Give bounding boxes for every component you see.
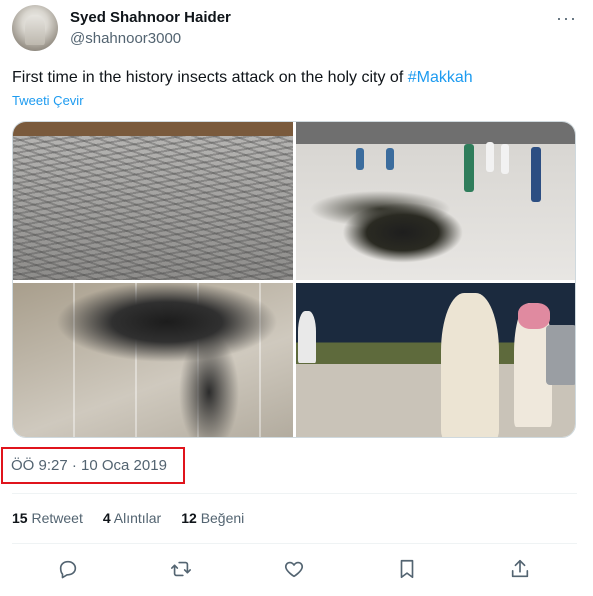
photo-2[interactable] <box>296 122 575 280</box>
likes-count: 12 <box>181 510 197 526</box>
quotes-label: Alıntılar <box>113 510 162 526</box>
divider <box>12 493 577 494</box>
translate-link[interactable]: Tweeti Çevir <box>12 93 84 108</box>
quotes-count: 4 <box>102 510 111 526</box>
tweet-text-body: First time in the history insects attack… <box>12 69 408 86</box>
display-name[interactable]: Syed Shahnoor Haider <box>70 9 231 26</box>
retweets-count: 15 <box>12 510 28 526</box>
engagement-stats: 15 Retweet 4 Alıntılar 12 Beğeni <box>12 510 244 526</box>
action-bar <box>12 552 576 586</box>
bookmark-icon[interactable] <box>390 552 424 586</box>
quotes-stat[interactable]: 4 Alıntılar <box>103 510 161 526</box>
reply-icon[interactable] <box>51 552 85 586</box>
timestamp[interactable]: ÖÖ 9:27 · 10 Oca 2019 <box>11 457 167 474</box>
photo-3[interactable] <box>13 283 293 437</box>
hashtag-link[interactable]: #Makkah <box>408 69 473 86</box>
retweets-stat[interactable]: 15 Retweet <box>12 510 83 526</box>
user-handle[interactable]: @shahnoor3000 <box>70 30 181 47</box>
photo-4[interactable] <box>296 283 575 437</box>
more-options-icon[interactable]: ··· <box>556 8 577 29</box>
divider <box>12 543 577 544</box>
retweet-icon[interactable] <box>164 552 198 586</box>
retweets-label: Retweet <box>31 510 83 526</box>
share-icon[interactable] <box>503 552 537 586</box>
photo-1[interactable] <box>13 122 293 280</box>
media-grid <box>12 121 576 438</box>
like-icon[interactable] <box>277 552 311 586</box>
tweet-text: First time in the history insects attack… <box>12 68 473 88</box>
likes-label: Beğeni <box>200 510 245 526</box>
likes-stat[interactable]: 12 Beğeni <box>181 510 244 526</box>
avatar[interactable] <box>12 5 58 51</box>
